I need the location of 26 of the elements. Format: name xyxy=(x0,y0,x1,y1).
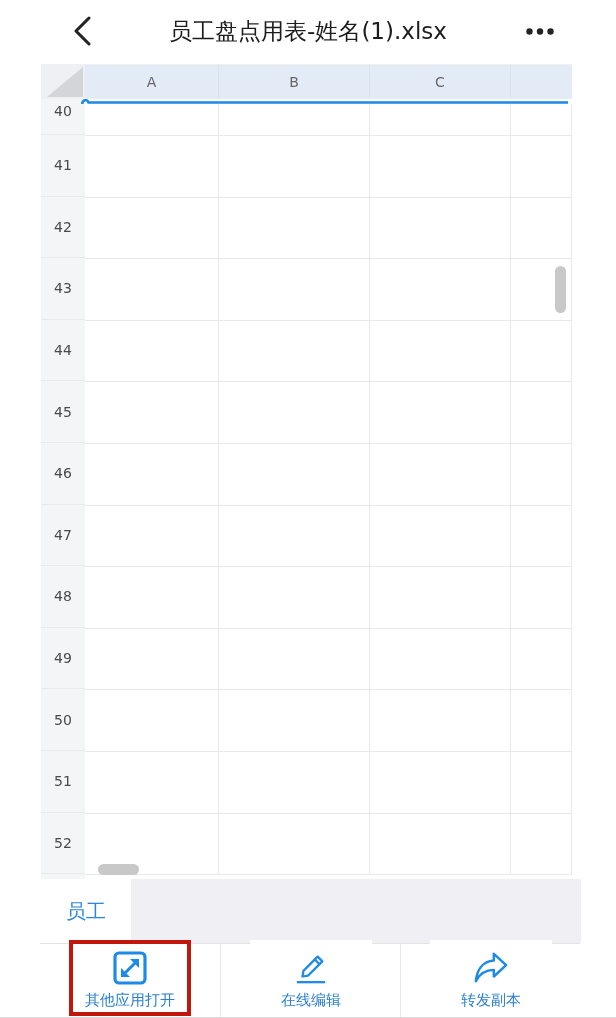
sheet-tab[interactable]: 员工 xyxy=(41,879,131,943)
expand-arrows-icon xyxy=(113,951,147,985)
row-number: 44 xyxy=(54,342,72,359)
horizontal-scrollbar[interactable] xyxy=(98,864,139,875)
row-number: 46 xyxy=(54,465,72,482)
back-icon xyxy=(72,16,92,46)
row-number: 45 xyxy=(54,403,72,420)
row-number: 51 xyxy=(54,773,72,790)
row-number: 48 xyxy=(54,588,72,605)
row-number: 41 xyxy=(54,157,72,174)
row-number: 40 xyxy=(54,103,72,119)
file-title: 员工盘点用表-姓名(1).xlsx xyxy=(168,16,448,46)
row-number: 47 xyxy=(54,526,72,543)
more-icon xyxy=(526,27,554,35)
row-number: 52 xyxy=(54,834,72,851)
row-number: 50 xyxy=(54,711,72,728)
row-number: 43 xyxy=(54,280,72,297)
vertical-scrollbar[interactable] xyxy=(555,266,566,313)
corner-triangle-icon xyxy=(47,67,83,97)
more-button[interactable] xyxy=(526,27,554,35)
row-number: 49 xyxy=(54,650,72,667)
toolbar-button[interactable]: 其他应用打开 xyxy=(69,940,191,1016)
row-number: 42 xyxy=(54,218,72,235)
forward-arrow-icon xyxy=(472,951,509,985)
back-button[interactable] xyxy=(72,16,92,46)
corner-cell[interactable] xyxy=(41,65,85,99)
